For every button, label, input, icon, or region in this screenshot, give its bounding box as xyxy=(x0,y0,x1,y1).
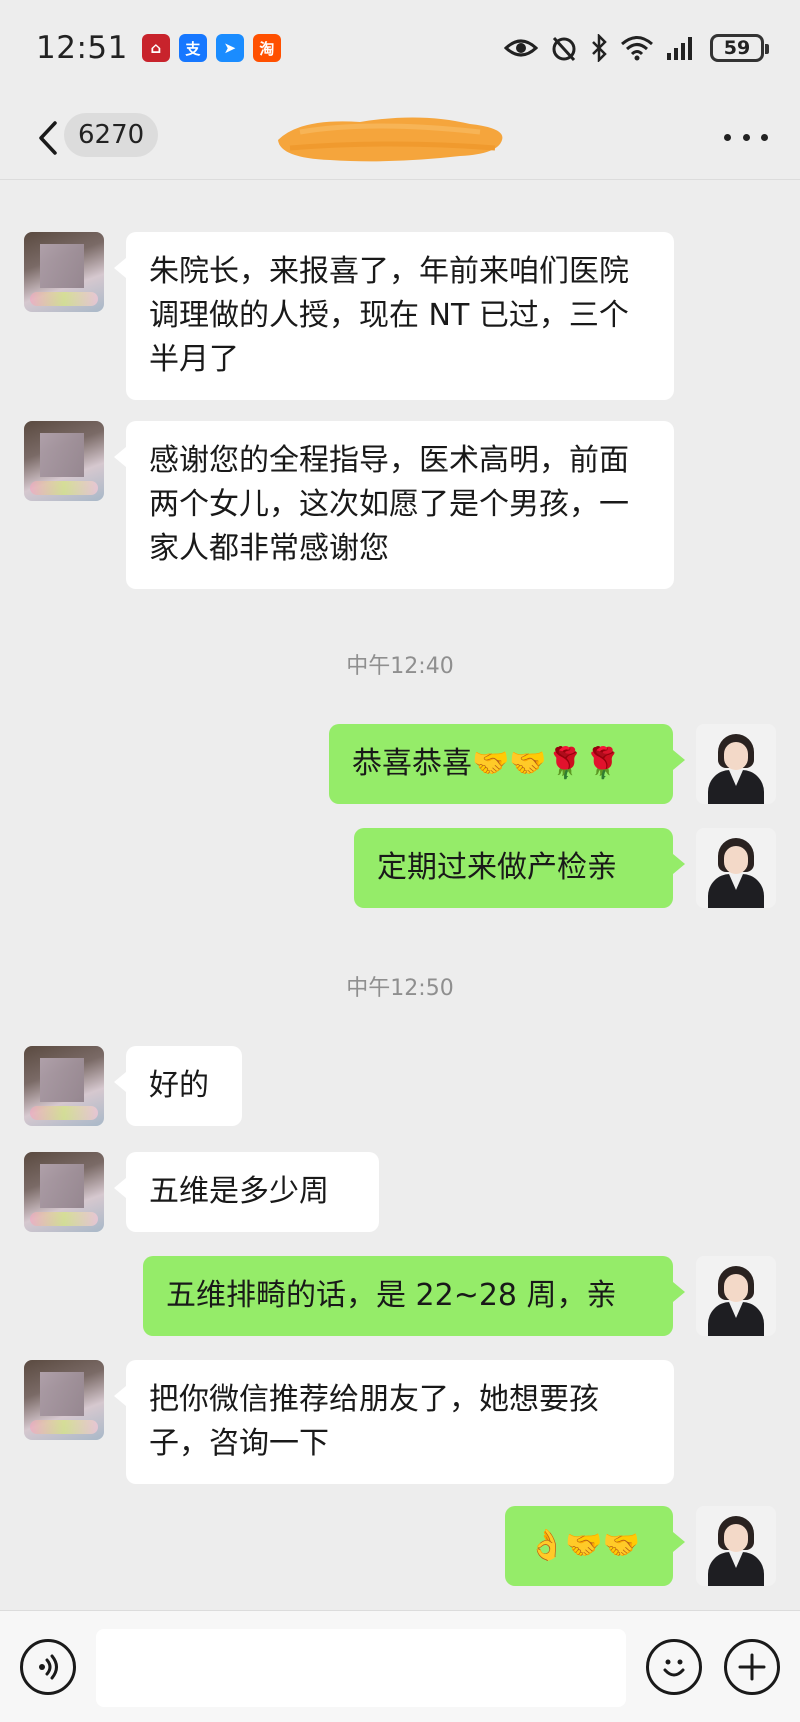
chat-timestamp: 中午12:40 xyxy=(346,654,454,679)
contact-avatar[interactable] xyxy=(24,1360,104,1440)
chat-input-bar xyxy=(0,1610,800,1722)
dot-icon xyxy=(724,133,731,141)
notification-icons: ⌂ 支 ➤ 淘 xyxy=(141,34,281,62)
message-bubble-sent[interactable]: 👌🤝🤝 xyxy=(505,1506,685,1586)
contact-avatar[interactable] xyxy=(24,421,104,501)
more-options-button[interactable] xyxy=(724,122,768,152)
unread-count-badge[interactable]: 6270 xyxy=(64,113,159,157)
voice-icon xyxy=(39,1654,58,1680)
contact-avatar[interactable] xyxy=(24,232,104,312)
message-bubble-sent[interactable]: 五维排畸的话，是 22~28 周，亲 xyxy=(143,1256,685,1336)
dot-icon xyxy=(742,133,750,141)
message-bubble-received[interactable]: 五维是多少周 xyxy=(114,1152,379,1232)
chat-timestamp: 中午12:50 xyxy=(346,976,454,1001)
system-icons: 59 xyxy=(504,34,769,62)
redacted-chat-title xyxy=(278,117,503,162)
dot-icon xyxy=(761,133,768,141)
plus-icon xyxy=(738,1653,766,1681)
message-bubble-received[interactable]: 朱院长，来报喜了，年前来咱们医院调理做的人授，现在 NT 已过，三个半月了 xyxy=(114,232,674,400)
status-bar: 12:51 ⌂ 支 ➤ 淘 59 xyxy=(0,0,800,96)
back-button[interactable] xyxy=(28,116,68,160)
message-bubble-sent[interactable]: 恭喜恭喜🤝🤝🌹🌹 xyxy=(329,724,685,804)
chevron-left-icon xyxy=(39,121,57,155)
message-bubble-received[interactable]: 感谢您的全程指导，医术高明，前面两个女儿，这次如愿了是个男孩，一家人都非常感谢您 xyxy=(114,421,674,589)
alarm-off-icon xyxy=(552,36,576,62)
self-avatar[interactable] xyxy=(696,724,776,804)
message-bubble-received[interactable]: 把你微信推荐给朋友了，她想要孩子，咨询一下 xyxy=(114,1360,674,1484)
app-arrow-icon: ➤ xyxy=(215,34,244,62)
app-house-icon: ⌂ xyxy=(141,34,170,62)
more-functions-button[interactable] xyxy=(724,1639,780,1695)
battery-indicator: 59 xyxy=(710,34,769,62)
status-time: 12:51 xyxy=(36,30,128,66)
contact-avatar[interactable] xyxy=(24,1152,104,1232)
message-input[interactable] xyxy=(96,1629,626,1707)
message-bubble-received[interactable]: 好的 xyxy=(114,1046,242,1126)
alipay-icon: 支 xyxy=(178,34,207,62)
smiley-icon xyxy=(663,1659,685,1677)
wifi-icon xyxy=(621,36,653,61)
self-avatar[interactable] xyxy=(696,1256,776,1336)
signal-icon xyxy=(667,37,692,60)
voice-input-button[interactable] xyxy=(20,1639,76,1695)
self-avatar[interactable] xyxy=(696,828,776,908)
chat-header: 6270 xyxy=(0,96,800,180)
emoji-button[interactable] xyxy=(646,1639,702,1695)
self-avatar[interactable] xyxy=(696,1506,776,1586)
taobao-icon: 淘 xyxy=(252,34,281,62)
contact-avatar[interactable] xyxy=(24,1046,104,1126)
message-bubble-sent[interactable]: 定期过来做产检亲 xyxy=(354,828,685,908)
bluetooth-icon xyxy=(592,34,607,62)
eye-icon xyxy=(504,39,538,57)
